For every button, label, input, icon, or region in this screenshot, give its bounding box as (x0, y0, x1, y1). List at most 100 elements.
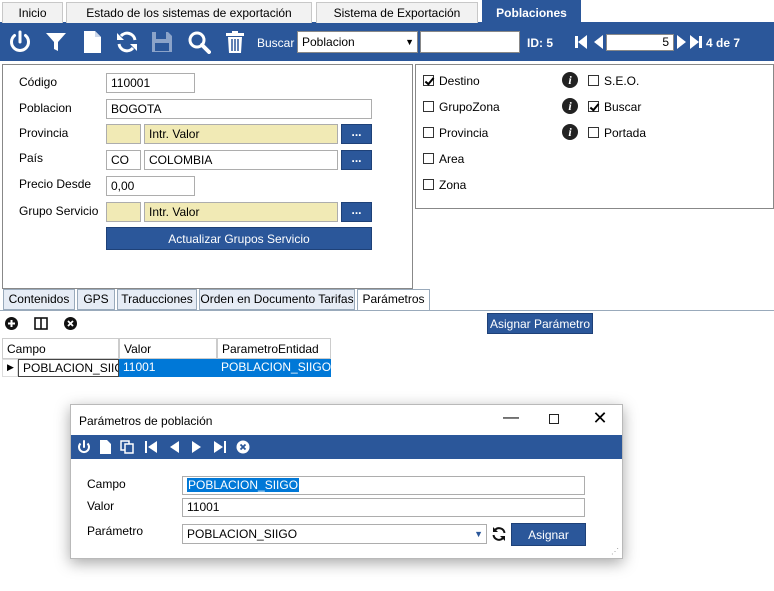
dialog-campo-field[interactable]: POBLACION_SIIGO (182, 476, 585, 495)
minimize-icon[interactable]: — (499, 409, 523, 431)
codigo-field[interactable]: 110001 (106, 73, 195, 93)
refresh-icon[interactable] (114, 29, 140, 55)
next-record-icon[interactable] (191, 440, 203, 454)
dialog-valor-label: Valor (87, 499, 115, 513)
new-document-icon[interactable] (79, 29, 105, 55)
pais-label: País (19, 151, 44, 165)
asignar-parametro-button[interactable]: Asignar Parámetro (487, 313, 593, 334)
info-icon[interactable]: i (562, 98, 578, 114)
record-count: 4 de 7 (706, 36, 741, 50)
maximize-icon[interactable] (549, 414, 559, 424)
delete-icon[interactable] (236, 440, 250, 454)
dialog-parametro-value: POBLACION_SIIGO (187, 527, 298, 541)
tab-poblaciones[interactable]: Poblaciones (482, 0, 581, 24)
last-record-icon[interactable] (213, 440, 227, 454)
dialog-asignar-button[interactable]: Asignar (511, 523, 586, 546)
portada-label: Portada (604, 126, 647, 140)
dialog-toolbar (71, 435, 622, 459)
trash-icon[interactable] (222, 29, 248, 55)
precio-desde-field[interactable]: 0,00 (106, 176, 195, 196)
table-cell-parametroentidad[interactable]: POBLACION_SIIGO (217, 359, 331, 377)
grid-header-valor[interactable]: Valor (119, 338, 217, 359)
copy-icon[interactable] (120, 440, 134, 454)
buscar-checkbox[interactable] (588, 101, 599, 112)
tab-estado-sistemas[interactable]: Estado de los sistemas de exportación (66, 2, 312, 23)
columns-icon[interactable] (34, 317, 48, 330)
grupozona-checkbox[interactable] (423, 101, 434, 112)
info-icon[interactable]: i (562, 72, 578, 88)
search-field-value: Poblacion (302, 35, 355, 49)
search-input[interactable] (420, 31, 520, 53)
search-icon[interactable] (186, 29, 212, 55)
tab-contenidos[interactable]: Contenidos (3, 289, 75, 310)
search-field-select[interactable]: Poblacion ▼ (297, 31, 418, 53)
current-row-icon: ▶ (7, 362, 14, 372)
refresh-icon[interactable] (491, 526, 507, 542)
dialog-parametro-select[interactable]: POBLACION_SIIGO ▼ (182, 524, 487, 544)
dialog-campo-selection: POBLACION_SIIGO (187, 478, 300, 492)
dialog-campo-label: Campo (87, 477, 126, 491)
previous-record-icon[interactable] (591, 29, 605, 55)
buscar-check-label: Buscar (604, 100, 642, 114)
grupo-servicio-lookup-button[interactable]: ... (341, 202, 372, 222)
add-icon[interactable] (5, 317, 18, 330)
record-id: ID: 5 (527, 36, 554, 50)
chevron-down-icon: ▼ (474, 529, 483, 539)
poblacion-field[interactable]: BOGOTA (106, 99, 372, 119)
pais-code-field[interactable]: CO (106, 150, 141, 170)
provincia-check-label: Provincia (439, 126, 489, 140)
tab-sistema-exportacion[interactable]: Sistema de Exportación (316, 2, 478, 23)
tab-inicio[interactable]: Inicio (2, 2, 63, 23)
provincia-lookup-button[interactable]: ... (341, 124, 372, 144)
dialog-parametro-label: Parámetro (87, 524, 144, 538)
next-record-icon[interactable] (675, 29, 689, 55)
grupo-servicio-field[interactable]: Intr. Valor (144, 202, 338, 222)
actualizar-grupos-button[interactable]: Actualizar Grupos Servicio (106, 227, 372, 250)
precio-desde-label: Precio Desde (19, 177, 92, 191)
first-record-icon[interactable] (574, 29, 588, 55)
provincia-checkbox[interactable] (423, 127, 434, 138)
last-record-icon[interactable] (689, 29, 703, 55)
pais-lookup-button[interactable]: ... (341, 150, 372, 170)
pais-field[interactable]: COLOMBIA (144, 150, 338, 170)
delete-icon[interactable] (64, 317, 77, 330)
record-number-input[interactable]: 5 (606, 34, 674, 51)
zona-checkbox[interactable] (423, 179, 434, 190)
power-icon[interactable] (7, 29, 33, 55)
area-label: Area (439, 152, 465, 166)
first-record-icon[interactable] (144, 440, 158, 454)
table-cell-valor[interactable]: 11001 (119, 359, 217, 377)
power-icon[interactable] (77, 440, 91, 454)
grid-header-campo[interactable]: Campo (2, 338, 119, 359)
portada-checkbox[interactable] (588, 127, 599, 138)
destino-label: Destino (439, 74, 480, 88)
resize-grip-icon[interactable]: ⋰ (611, 548, 620, 557)
destino-checkbox[interactable] (423, 75, 434, 86)
zona-label: Zona (439, 178, 467, 192)
provincia-field[interactable]: Intr. Valor (144, 124, 338, 144)
dialog-title: Parámetros de población (79, 414, 213, 428)
tab-traducciones[interactable]: Traducciones (117, 289, 197, 310)
poblacion-label: Poblacion (19, 101, 72, 115)
grid-header-parametroentidad[interactable]: ParametroEntidad (217, 338, 331, 359)
grupo-servicio-code-field[interactable] (106, 202, 141, 222)
main-toolbar: Buscar Poblacion ▼ ID: 5 5 4 de 7 (0, 24, 774, 61)
seo-checkbox[interactable] (588, 75, 599, 86)
filter-icon[interactable] (43, 29, 69, 55)
new-document-icon[interactable] (99, 440, 111, 454)
tab-gps[interactable]: GPS (77, 289, 115, 310)
area-checkbox[interactable] (423, 153, 434, 164)
provincia-code-field[interactable] (106, 124, 141, 144)
dialog-valor-field[interactable]: 11001 (182, 498, 585, 517)
tab-parametros[interactable]: Parámetros (357, 289, 430, 311)
row-selector[interactable]: ▶ (2, 359, 18, 377)
save-icon[interactable] (149, 29, 175, 55)
module-tab-bar: Inicio Estado de los sistemas de exporta… (0, 0, 774, 24)
tab-orden-documento-tarifas[interactable]: Orden en Documento Tarifas (199, 289, 355, 310)
info-icon[interactable]: i (562, 124, 578, 140)
close-icon[interactable]: ✕ (590, 408, 610, 430)
chevron-down-icon: ▼ (405, 37, 414, 47)
table-cell-campo[interactable]: POBLACION_SIIGO (18, 359, 119, 377)
buscar-label: Buscar (257, 36, 295, 50)
previous-record-icon[interactable] (168, 440, 180, 454)
